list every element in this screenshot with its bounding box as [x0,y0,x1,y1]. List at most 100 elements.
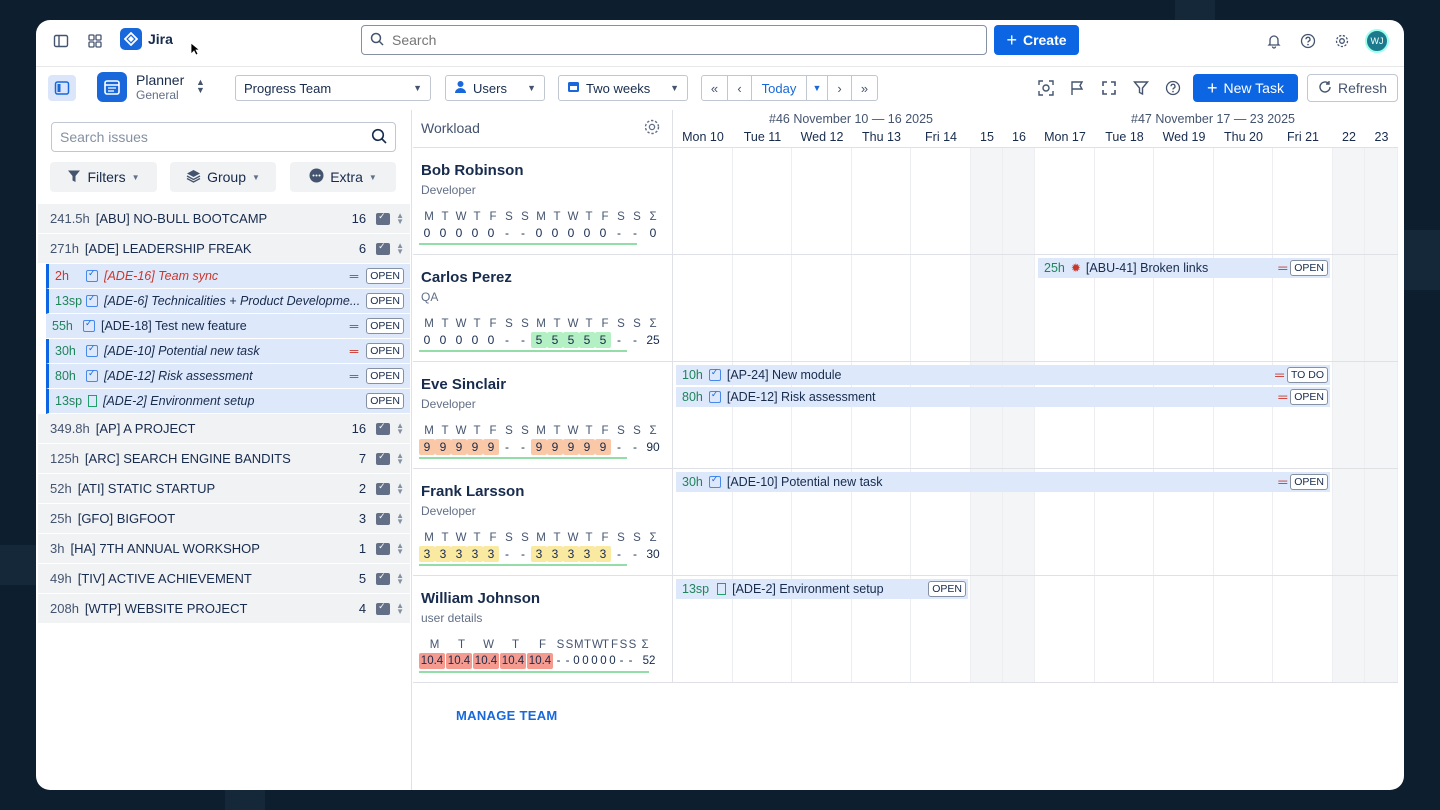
status-badge[interactable]: OPEN [928,581,966,597]
planner-selector[interactable]: Planner General [136,73,184,103]
filter-icon[interactable] [1130,77,1152,99]
status-badge[interactable]: OPEN [366,293,404,309]
tasks-icon[interactable] [376,511,391,525]
sort-icon[interactable]: ▲ ▼ [396,571,404,585]
project-row[interactable]: 208h [WTP] WEBSITE PROJECT 4 ▲▼ [38,594,410,624]
tasks-icon[interactable] [376,601,391,615]
team-member-row[interactable]: Eve Sinclair Developer MTWTFSSMTWTFSSΣ 9… [413,362,673,469]
notifications-bell-icon[interactable] [1263,30,1285,52]
filters-label: Filters [87,169,126,185]
manage-team-link[interactable]: MANAGE TEAM [456,708,558,723]
task-bar[interactable]: 10h [AP-24] New module ═ TO DO [676,365,1330,385]
status-badge[interactable]: OPEN [1290,389,1328,405]
day-label: Thu 20 [1224,130,1263,144]
weekday-letter: T [553,211,561,223]
issue-row[interactable]: 2h [ADE-16] Team sync ═ OPEN [46,264,410,289]
extra-button[interactable]: Extra ▼ [290,162,396,192]
sort-icon[interactable]: ▲ ▼ [396,241,404,255]
sort-icon[interactable]: ▲ ▼ [396,211,404,225]
users-dropdown[interactable]: Users ▼ [445,75,545,101]
next-button[interactable]: › [827,75,852,101]
team-member-row[interactable]: Bob Robinson Developer MTWTFSSMTWTFSSΣ 0… [413,148,673,255]
task-bar[interactable]: 25h ✹ [ABU-41] Broken links ═ OPEN [1038,258,1330,278]
period-dropdown[interactable]: Two weeks ▼ [558,75,688,101]
project-row[interactable]: 25h [GFO] BIGFOOT 3 ▲▼ [38,504,410,534]
status-badge[interactable]: OPEN [366,268,404,284]
sort-icon[interactable]: ▲ ▼ [396,541,404,555]
tasks-icon[interactable] [376,451,391,465]
tasks-icon[interactable] [376,211,391,225]
day-hours: 0 [423,226,431,240]
new-task-button[interactable]: + New Task [1193,74,1298,102]
weekday-letter: M [424,211,434,223]
task-bar[interactable]: 80h [ADE-12] Risk assessment ═ OPEN [676,387,1330,407]
create-button[interactable]: + Create [994,25,1079,55]
jira-logo[interactable]: Jira [120,28,173,50]
project-row[interactable]: 3h [HA] 7TH ANNUAL WORKSHOP 1 ▲▼ [38,534,410,564]
status-badge[interactable]: OPEN [1290,474,1328,490]
tasks-icon[interactable] [376,541,391,555]
panel-toggle-icon[interactable] [48,75,76,101]
sort-icon[interactable]: ▲ ▼ [396,481,404,495]
status-badge[interactable]: OPEN [366,318,404,334]
help-icon[interactable] [1162,77,1184,99]
status-badge[interactable]: OPEN [366,343,404,359]
group-button[interactable]: Group ▼ [170,162,276,192]
project-hours: 208h [50,601,79,616]
status-badge[interactable]: OPEN [366,393,404,409]
flag-icon[interactable] [1066,77,1088,99]
issue-row[interactable]: 13sp [ADE-2] Environment setup OPEN [46,389,410,414]
project-row[interactable]: 349.8h [AP] A PROJECT 16 ▲▼ [38,414,410,444]
project-row[interactable]: 125h [ARC] SEARCH ENGINE BANDITS 7 ▲▼ [38,444,410,474]
app-switcher-icon[interactable] [84,30,106,52]
settings-gear-icon[interactable] [1331,30,1353,52]
jump-back-button[interactable]: « [701,75,728,101]
filters-button[interactable]: Filters ▼ [50,162,157,192]
sort-icon[interactable]: ▲ ▼ [396,421,404,435]
team-member-row[interactable]: Frank Larsson Developer MTWTFSSMTWTFSSΣ … [413,469,673,576]
sidebar-toggle-icon[interactable] [50,30,72,52]
help-icon[interactable] [1297,30,1319,52]
tasks-icon[interactable] [376,481,391,495]
tasks-icon[interactable] [376,421,391,435]
planner-switch-chevron-icon[interactable]: ▲ ▼ [196,78,205,95]
settings-gear-icon[interactable] [643,118,661,139]
team-member-row[interactable]: Carlos Perez QA MTWTFSSMTWTFSSΣ 00000--5… [413,255,673,362]
user-avatar[interactable]: WJ [1365,29,1389,53]
status-badge[interactable]: OPEN [1290,260,1328,276]
team-member-row[interactable]: William Johnson user details MTWTFSSMTWT… [413,576,673,683]
project-row[interactable]: 271h [ADE] LEADERSHIP FREAK 6 ▲▼ [38,234,410,264]
today-button[interactable]: Today [751,75,807,101]
search-icon [371,128,387,147]
today-dropdown-button[interactable]: ▼ [806,75,828,101]
global-search[interactable] [361,25,987,55]
day-hours: 0 [600,655,607,667]
issue-row[interactable]: 80h [ADE-12] Risk assessment ═ OPEN [46,364,410,389]
team-dropdown[interactable]: Progress Team ▼ [235,75,431,101]
issue-row[interactable]: 30h [ADE-10] Potential new task ═ OPEN [46,339,410,364]
issue-row[interactable]: 55h [ADE-18] Test new feature ═ OPEN [46,314,410,339]
project-row[interactable]: 52h [ATI] STATIC STARTUP 2 ▲▼ [38,474,410,504]
fullscreen-icon[interactable] [1098,77,1120,99]
task-bar[interactable]: 30h [ADE-10] Potential new task ═ OPEN [676,472,1330,492]
tasks-icon[interactable] [376,241,391,255]
status-badge[interactable]: OPEN [366,368,404,384]
project-row[interactable]: 49h [TIV] ACTIVE ACHIEVEMENT 5 ▲▼ [38,564,410,594]
tasks-icon[interactable] [376,571,391,585]
sort-icon[interactable]: ▲ ▼ [396,451,404,465]
issues-search[interactable]: Search issues [51,122,396,152]
status-badge[interactable]: TO DO [1286,367,1328,383]
weekday-letter: S [617,318,625,330]
day-hours: - [633,226,637,240]
issue-row[interactable]: 13sp [ADE-6] Technicalities + Product De… [46,289,410,314]
jump-forward-button[interactable]: » [851,75,878,101]
project-row[interactable]: 241.5h [ABU] NO-BULL BOOTCAMP 16 ▲▼ [38,204,410,234]
sort-icon[interactable]: ▲ ▼ [396,601,404,615]
priority-medium-icon: ═ [1275,368,1284,382]
sort-icon[interactable]: ▲ ▼ [396,511,404,525]
task-bar[interactable]: 13sp [ADE-2] Environment setup OPEN [676,579,968,599]
previous-button[interactable]: ‹ [727,75,752,101]
search-input[interactable] [392,32,952,48]
screenshot-scan-icon[interactable] [1035,77,1057,99]
refresh-button[interactable]: Refresh [1307,74,1398,102]
